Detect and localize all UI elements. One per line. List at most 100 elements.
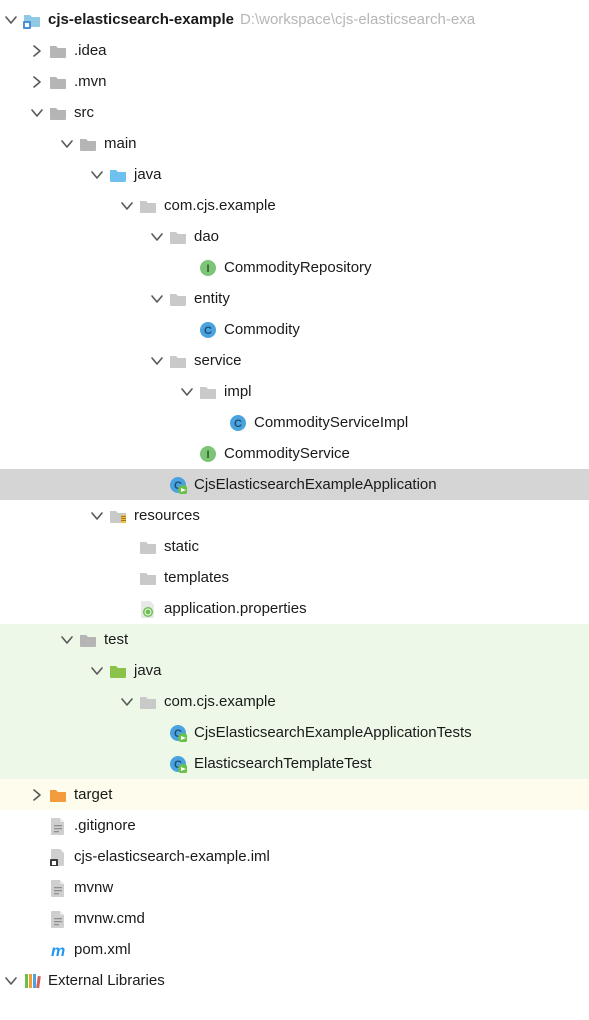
chevron-right-icon[interactable] [28,786,46,804]
chevron-down-icon[interactable] [2,11,20,29]
tree-node-main[interactable]: main [0,128,589,159]
chevron-down-icon[interactable] [28,104,46,122]
tree-node-mvnw[interactable]: mvnw [0,872,589,903]
chevron-down-icon[interactable] [88,507,106,525]
chevron-down-icon[interactable] [148,352,166,370]
tree-node-test[interactable]: test [0,624,589,655]
chevron-down-icon[interactable] [178,383,196,401]
tree-node-pkg-main[interactable]: com.cjs.example [0,190,589,221]
chevron-down-icon[interactable] [88,662,106,680]
package-icon [138,196,158,216]
tree-node-test-class1[interactable]: CjsElasticsearchExampleApplicationTests [0,717,589,748]
file-icon [48,816,68,836]
folder-icon [78,134,98,154]
iml-file-icon [48,847,68,867]
tree-label: CjsElasticsearchExampleApplicationTests [194,724,472,741]
tree-label: dao [194,228,219,245]
package-icon [168,227,188,247]
tree-node-pom[interactable]: pom.xml [0,934,589,965]
tree-node-resources[interactable]: resources [0,500,589,531]
tree-node-target[interactable]: target [0,779,589,810]
tree-label: External Libraries [48,972,165,989]
tree-node-app-properties[interactable]: application.properties [0,593,589,624]
chevron-down-icon[interactable] [118,197,136,215]
maven-icon [48,940,68,960]
tree-node-root[interactable]: cjs-elasticsearch-example D:\workspace\c… [0,4,589,35]
tree-node-service[interactable]: service [0,345,589,376]
tree-label: resources [134,507,200,524]
tree-node-impl[interactable]: impl [0,376,589,407]
spring-boot-class-icon [168,754,188,774]
tree-node-pkg-test[interactable]: com.cjs.example [0,686,589,717]
tree-node-external-libs[interactable]: External Libraries [0,965,589,996]
tree-node-static[interactable]: static [0,531,589,562]
tree-node-dao[interactable]: dao [0,221,589,252]
chevron-down-icon[interactable] [118,693,136,711]
chevron-down-icon[interactable] [148,290,166,308]
chevron-right-icon[interactable] [28,73,46,91]
tree-label: templates [164,569,229,586]
tree-node-test-class2[interactable]: ElasticsearchTemplateTest [0,748,589,779]
folder-icon [48,41,68,61]
tree-node-java-test[interactable]: java [0,655,589,686]
tree-label: .idea [74,42,107,59]
folder-icon [48,103,68,123]
tree-node-commodity-repo[interactable]: CommodityRepository [0,252,589,283]
tree-node-java-main[interactable]: java [0,159,589,190]
tree-node-gitignore[interactable]: .gitignore [0,810,589,841]
package-icon [138,692,158,712]
package-icon [198,382,218,402]
module-folder-icon [22,10,42,30]
chevron-down-icon[interactable] [58,631,76,649]
resources-folder-icon [108,506,128,526]
package-icon [168,351,188,371]
tree-label: impl [224,383,252,400]
folder-icon [78,630,98,650]
chevron-down-icon[interactable] [88,166,106,184]
spring-boot-class-icon [168,475,188,495]
interface-icon [198,444,218,464]
chevron-down-icon[interactable] [58,135,76,153]
tree-label: cjs-elasticsearch-example [48,11,234,28]
chevron-down-icon[interactable] [2,972,20,990]
source-folder-icon [108,165,128,185]
tree-label: mvnw [74,879,113,896]
tree-label: cjs-elasticsearch-example.iml [74,848,270,865]
spring-boot-class-icon [168,723,188,743]
class-icon [228,413,248,433]
tree-label: src [74,104,94,121]
tree-label: .mvn [74,73,107,90]
tree-label: CommodityRepository [224,259,372,276]
tree-label: java [134,166,162,183]
tree-label: test [104,631,128,648]
tree-node-templates[interactable]: templates [0,562,589,593]
tree-label: CjsElasticsearchExampleApplication [194,476,437,493]
folder-icon [138,537,158,557]
tree-node-commodity[interactable]: Commodity [0,314,589,345]
tree-node-app-class[interactable]: CjsElasticsearchExampleApplication [0,469,589,500]
tree-label: static [164,538,199,555]
tree-label: java [134,662,162,679]
folder-icon [48,72,68,92]
tree-node-commodity-service[interactable]: CommodityService [0,438,589,469]
tree-node-iml[interactable]: cjs-elasticsearch-example.iml [0,841,589,872]
tree-label: .gitignore [74,817,136,834]
tree-label: com.cjs.example [164,693,276,710]
tree-node-src[interactable]: src [0,97,589,128]
tree-node-commodity-service-impl[interactable]: CommodityServiceImpl [0,407,589,438]
tree-label: main [104,135,137,152]
chevron-down-icon[interactable] [148,228,166,246]
interface-icon [198,258,218,278]
excluded-folder-icon [48,785,68,805]
tree-node-mvn[interactable]: .mvn [0,66,589,97]
project-tree[interactable]: cjs-elasticsearch-example D:\workspace\c… [0,0,589,996]
file-icon [48,909,68,929]
tree-label: mvnw.cmd [74,910,145,927]
tree-node-idea[interactable]: .idea [0,35,589,66]
chevron-right-icon[interactable] [28,42,46,60]
tree-label: CommodityService [224,445,350,462]
tree-label: ElasticsearchTemplateTest [194,755,372,772]
tree-node-entity[interactable]: entity [0,283,589,314]
folder-icon [138,568,158,588]
tree-node-mvnw-cmd[interactable]: mvnw.cmd [0,903,589,934]
